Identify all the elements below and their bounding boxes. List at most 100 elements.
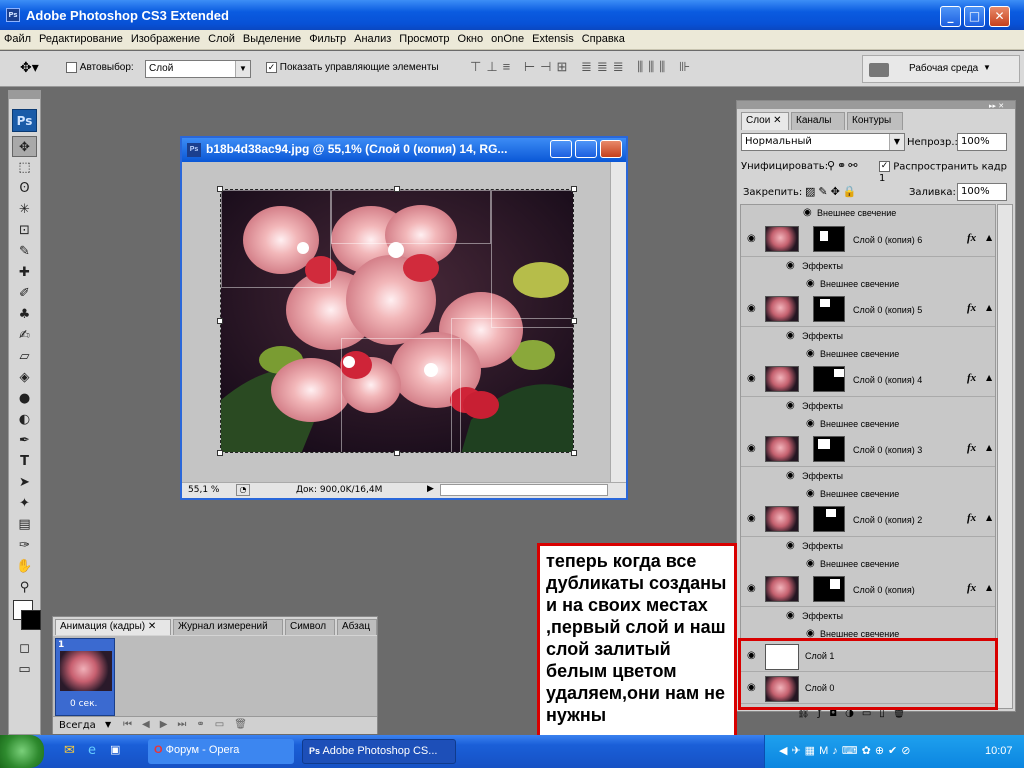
screen-mode-icon[interactable]: ▭	[12, 659, 37, 680]
menu-layer[interactable]: Слой	[204, 30, 239, 45]
magic-wand-icon[interactable]: ✳	[12, 199, 37, 220]
collapse-icon[interactable]: ▸▸ ✕	[989, 102, 1004, 110]
eye-icon[interactable]: ◉	[806, 558, 815, 569]
zoom-icon[interactable]: ◔	[236, 484, 250, 496]
eyedropper-tool-icon[interactable]: ✑	[12, 535, 37, 556]
close-button[interactable]: ✕	[989, 6, 1010, 27]
menu-select[interactable]: Выделение	[239, 30, 305, 45]
playback-icons[interactable]: ⏮◀▶⏭⚭▭🗑	[123, 719, 257, 730]
quick-mask-icon[interactable]: ◻	[12, 638, 37, 659]
minimize-button[interactable]: _	[940, 6, 961, 27]
transform-handle[interactable]	[394, 450, 400, 456]
eye-icon[interactable]: ◉	[786, 470, 795, 481]
move-tool-icon[interactable]: ✥	[12, 136, 37, 157]
layers-scrollbar[interactable]	[997, 204, 1013, 709]
doc-maximize-button[interactable]	[575, 140, 597, 158]
tab-measurement[interactable]: Журнал измерений	[173, 619, 283, 635]
eye-icon[interactable]: ◉	[803, 207, 812, 218]
layer-name[interactable]: Слой 0 (копия) 4	[853, 375, 922, 385]
marquee-tool-icon[interactable]: ⬚	[12, 157, 37, 178]
chevron-down-icon[interactable]: ▼	[983, 63, 991, 72]
transform-handle[interactable]	[217, 186, 223, 192]
menu-onone[interactable]: onOne	[487, 30, 528, 45]
fx-icon[interactable]: fx	[967, 372, 976, 384]
fx-icon[interactable]: fx	[967, 442, 976, 454]
desktop-icon[interactable]: ▣	[110, 743, 120, 756]
doc-close-button[interactable]	[600, 140, 622, 158]
chevron-down-icon[interactable]: ▼	[105, 720, 111, 729]
eye-icon[interactable]: ◉	[786, 540, 795, 551]
transform-handle[interactable]	[217, 318, 223, 324]
effects-row[interactable]: ◉ Эффекты	[744, 538, 995, 556]
task-photoshop[interactable]: Ps Adobe Photoshop CS...	[302, 739, 456, 764]
transform-handle[interactable]	[571, 450, 577, 456]
effects-row[interactable]: ◉ Эффекты	[744, 608, 995, 626]
eye-icon[interactable]: ◉	[747, 513, 756, 524]
zoom-tool-icon[interactable]: ⚲	[12, 577, 37, 598]
blur-tool-icon[interactable]: ●	[12, 388, 37, 409]
layer-row[interactable]: ◉ Слой 0 (копия) 6 fx ▲	[741, 223, 995, 257]
lasso-tool-icon[interactable]: ʘ	[12, 178, 37, 199]
fill-input[interactable]: 100%	[957, 183, 1007, 201]
eye-icon[interactable]: ◉	[747, 443, 756, 454]
eye-icon[interactable]: ◉	[806, 348, 815, 359]
layer-row[interactable]: ◉ Слой 0 (копия) 2 fx ▲	[741, 503, 995, 537]
align-icons[interactable]: ⊤⊥≡ ⊢⊣⊞ ≣≣≣ ⫼⫼⫼ ⊪	[470, 59, 695, 75]
workspace-label[interactable]: Рабочая среда	[909, 63, 978, 74]
show-controls-checkbox[interactable]: ✓	[266, 62, 277, 73]
eye-icon[interactable]: ◉	[786, 260, 795, 271]
effects-row[interactable]: ◉ Эффекты	[744, 258, 995, 276]
layer-row[interactable]: ◉ Слой 0 (копия) 5 fx ▲	[741, 293, 995, 327]
menu-edit[interactable]: Редактирование	[35, 30, 127, 45]
vertical-scrollbar[interactable]	[610, 162, 626, 482]
transform-handle[interactable]	[571, 186, 577, 192]
effects-row[interactable]: ◉ Эффекты	[744, 328, 995, 346]
effect-row[interactable]: ◉ Внешнее свечение	[744, 416, 995, 434]
menu-view[interactable]: Просмотр	[395, 30, 453, 45]
unify-icons[interactable]: ⚲⚭⚯	[827, 159, 860, 172]
stamp-tool-icon[interactable]: ♣	[12, 304, 37, 325]
effect-row[interactable]: ◉ Внешнее свечение	[744, 486, 995, 504]
eye-icon[interactable]: ◉	[747, 303, 756, 314]
layer-name[interactable]: Слой 0 (копия) 6	[853, 235, 922, 245]
chevron-up-icon[interactable]: ▲	[986, 513, 992, 522]
orchid-photo[interactable]	[220, 189, 574, 453]
transform-handle[interactable]	[217, 450, 223, 456]
frame-delay[interactable]: 0 сек.	[70, 699, 97, 709]
effect-row[interactable]: ◉ Внешнее свечение	[744, 346, 995, 364]
fx-icon[interactable]: fx	[967, 302, 976, 314]
menu-window[interactable]: Окно	[454, 30, 488, 45]
slice-tool-icon[interactable]: ✎	[12, 241, 37, 262]
path-select-icon[interactable]: ➤	[12, 472, 37, 493]
frame-1[interactable]: 1 0 сек.	[55, 638, 115, 716]
effects-row[interactable]: ◉ Эффекты	[744, 398, 995, 416]
notes-tool-icon[interactable]: ▤	[12, 514, 37, 535]
brush-tool-icon[interactable]: ✐	[12, 283, 37, 304]
effects-row[interactable]: ◉ Эффекты	[744, 468, 995, 486]
tab-paragraph[interactable]: Абзац	[337, 619, 377, 635]
autoselect-dropdown[interactable]: Слой ▼	[145, 60, 251, 78]
opacity-input[interactable]: 100%	[957, 133, 1007, 151]
layer-row[interactable]: ◉ Слой 0 (копия) 3 fx ▲	[741, 433, 995, 467]
eye-icon[interactable]: ◉	[747, 233, 756, 244]
document-titlebar[interactable]: Ps b18b4d38ac94.jpg @ 55,1% (Слой 0 (коп…	[182, 138, 626, 162]
zoom-level[interactable]: 55,1 %	[188, 485, 219, 495]
chevron-up-icon[interactable]: ▲	[986, 373, 992, 382]
hand-tool-icon[interactable]: ✋	[12, 556, 37, 577]
dodge-tool-icon[interactable]: ◐	[12, 409, 37, 430]
canvas-area[interactable]	[182, 162, 610, 482]
lock-icons[interactable]: ▨✎✥🔒	[805, 185, 860, 198]
layer-name[interactable]: Слой 0 (копия)	[853, 585, 915, 595]
maximize-button[interactable]: □	[964, 6, 985, 27]
background-color[interactable]	[21, 610, 41, 630]
propagate-checkbox[interactable]: ✓	[879, 161, 890, 172]
effect-row[interactable]: ◉ Внешнее свечение	[744, 556, 995, 574]
eye-icon[interactable]: ◉	[747, 583, 756, 594]
toolbox-grip[interactable]	[9, 91, 40, 99]
blend-mode-dropdown[interactable]: Нормальный ▼	[741, 133, 905, 151]
start-button[interactable]	[0, 735, 44, 768]
chevron-up-icon[interactable]: ▲	[986, 303, 992, 312]
type-tool-icon[interactable]: T	[12, 451, 37, 472]
tray-icons[interactable]: ◀✈▦M♪⌨✿⊕✔⊘	[779, 744, 914, 757]
eye-icon[interactable]: ◉	[747, 373, 756, 384]
